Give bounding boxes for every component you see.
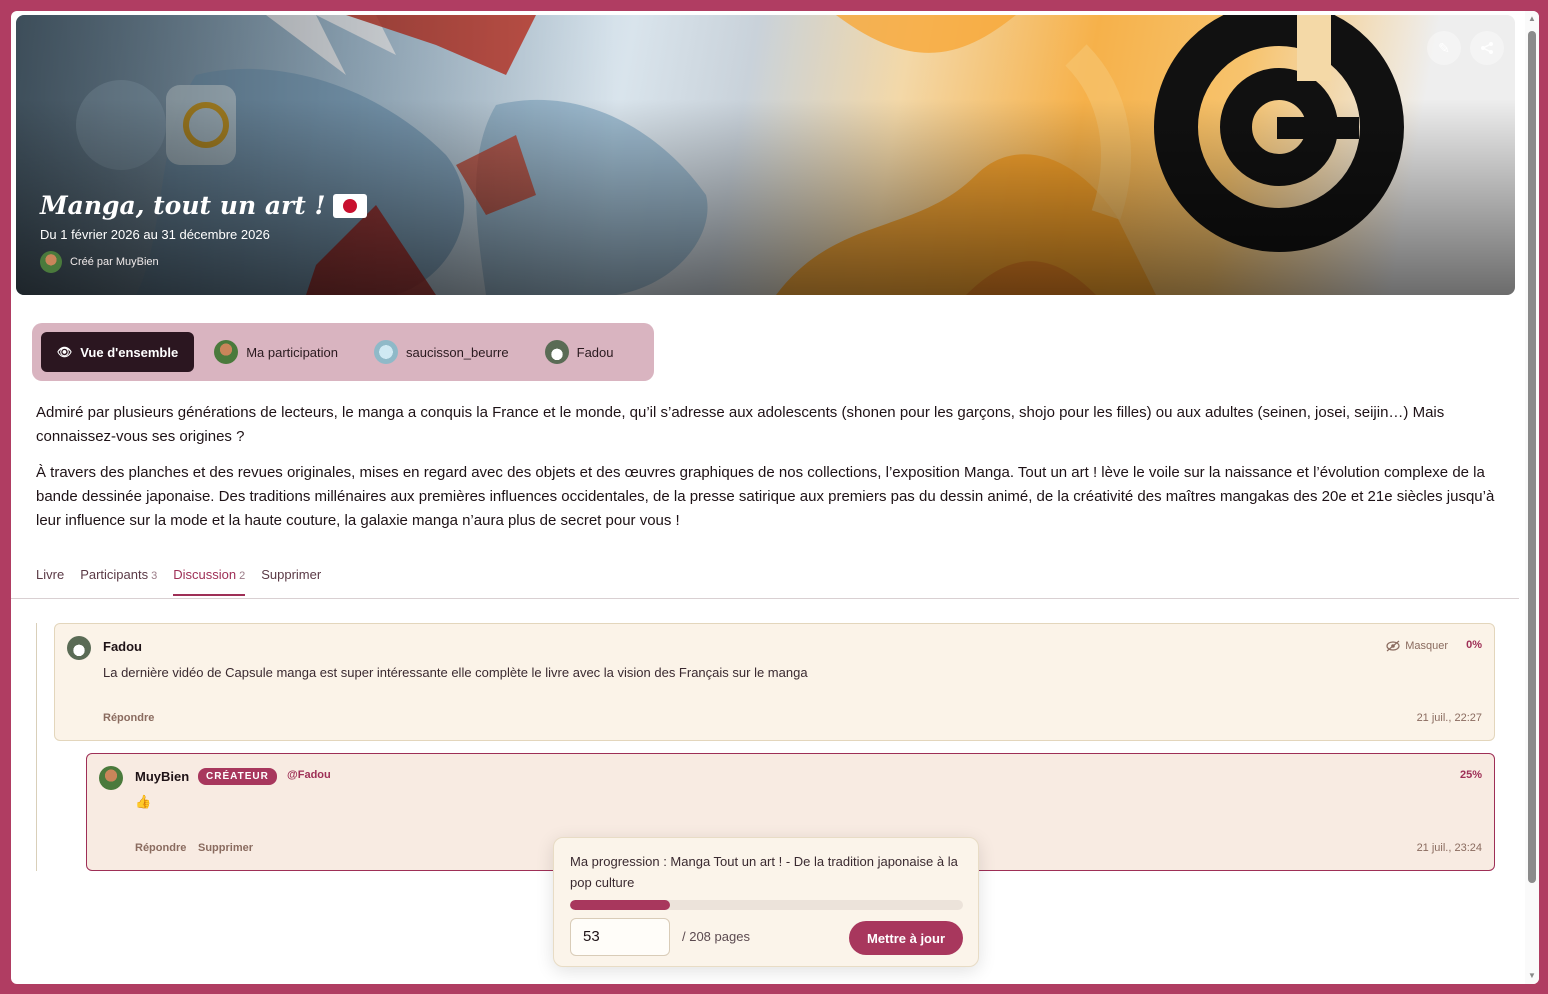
reply-button[interactable]: Répondre: [135, 842, 186, 854]
comment-time: 21 juil., 22:27: [1416, 712, 1482, 724]
tab-overview[interactable]: 👁 Vue d'ensemble: [41, 332, 195, 372]
share-icon: [1481, 42, 1493, 54]
event-creator: Créé par MuyBien: [40, 251, 159, 273]
total-pages: / 208 pages: [682, 929, 750, 944]
avatar: [544, 340, 569, 364]
divider: [11, 598, 1519, 599]
tab-book[interactable]: Livre: [36, 567, 64, 596]
thread-line: [36, 623, 37, 871]
event-description: Admiré par plusieurs générations de lect…: [36, 404, 1495, 529]
app-window: Manga, tout un art ! Du 1 février 2026 a…: [11, 11, 1539, 984]
eye-off-icon: [1386, 640, 1400, 652]
edit-button[interactable]: ✎: [1427, 31, 1461, 65]
comment-author[interactable]: MuyBien: [135, 769, 189, 784]
japan-flag-icon: [333, 193, 368, 218]
share-button[interactable]: [1470, 31, 1504, 65]
scroll-up-arrow-icon[interactable]: ▲: [1528, 15, 1536, 23]
creator-avatar[interactable]: [40, 251, 62, 273]
avatar: [374, 340, 398, 364]
comment-text: La dernière vidéo de Capsule manga est s…: [103, 665, 808, 680]
comment-fadou: Fadou Masquer 0% La dernière vidéo de Ca…: [54, 623, 1495, 741]
tab-participant-saucisson[interactable]: saucisson_beurre: [358, 332, 525, 372]
tab-my-participation[interactable]: Ma participation: [198, 332, 354, 372]
progress-bar-fill: [570, 900, 671, 910]
scrollbar[interactable]: ▲ ▼: [1525, 11, 1539, 984]
mention-link[interactable]: @Fadou: [287, 769, 331, 781]
scroll-thumb[interactable]: [1528, 31, 1536, 883]
reply-button[interactable]: Répondre: [103, 712, 154, 724]
event-banner: Manga, tout un art ! Du 1 février 2026 a…: [16, 15, 1515, 295]
avatar[interactable]: [67, 636, 91, 660]
hide-button[interactable]: Masquer: [1386, 640, 1448, 652]
avatar: [214, 340, 239, 364]
scroll-down-arrow-icon[interactable]: ▼: [1528, 972, 1536, 980]
tab-participant-fadou[interactable]: Fadou: [529, 332, 630, 372]
section-tabs: Livre Participants 3 Discussion 2 Supprime…: [36, 567, 337, 596]
current-page-input[interactable]: 53: [570, 918, 670, 956]
comment-text: 👍: [135, 794, 152, 809]
progress-bar: [570, 900, 963, 910]
tab-discussion[interactable]: Discussion 2: [173, 567, 246, 596]
participant-tabs: 👁 Vue d'ensemble Ma participation saucis…: [32, 323, 654, 381]
progress-title: Ma progression : Manga Tout un art ! - D…: [570, 854, 958, 890]
delete-button[interactable]: Supprimer: [198, 842, 253, 854]
update-button[interactable]: Mettre à jour: [849, 921, 963, 955]
comment-time: 21 juil., 23:24: [1416, 842, 1482, 854]
tab-delete[interactable]: Supprimer: [261, 567, 321, 596]
pencil-icon: ✎: [1438, 39, 1450, 56]
comment-author[interactable]: Fadou: [103, 639, 142, 654]
tab-participants[interactable]: Participants 3: [80, 567, 157, 596]
creator-badge: CRÉATEUR: [198, 768, 277, 785]
progress-percent: 0%: [1466, 639, 1482, 651]
progress-percent: 25%: [1459, 769, 1482, 781]
progress-popup: Ma progression : Manga Tout un art ! - D…: [553, 837, 979, 967]
avatar[interactable]: [99, 766, 123, 790]
event-dates: Du 1 février 2026 au 31 décembre 2026: [40, 227, 270, 242]
eye-icon: 👁: [57, 345, 73, 359]
event-title: Manga, tout un art !: [40, 191, 368, 220]
